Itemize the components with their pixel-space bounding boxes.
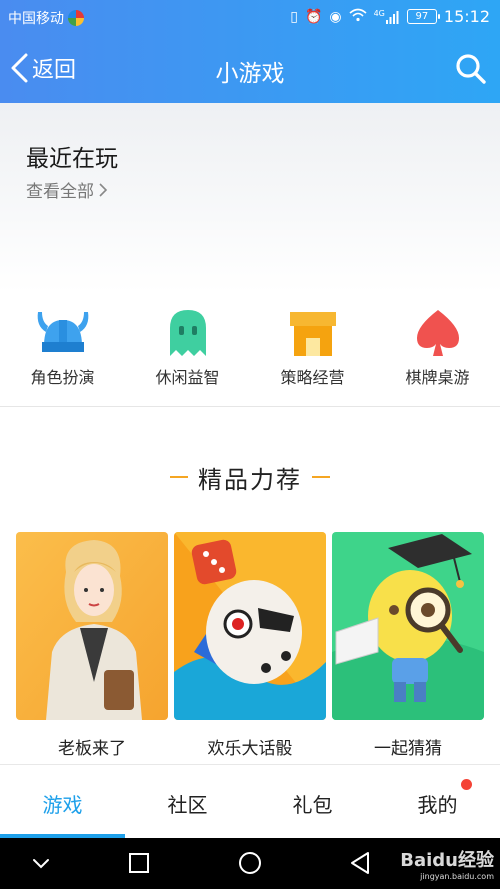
spade-icon: [416, 310, 459, 356]
game-card-boss[interactable]: 老板来了: [16, 532, 168, 764]
tab-label: 社区: [167, 793, 208, 817]
battery-icon: 97: [406, 9, 440, 24]
tab-me[interactable]: 我的: [375, 765, 500, 839]
game-name: 老板来了: [58, 739, 126, 759]
featured-cards: 老板来了 欢乐大话骰 一起猜猜: [16, 532, 484, 764]
home-icon[interactable]: [235, 848, 265, 878]
signal-icon: 4G: [373, 8, 400, 24]
network-tag: 4G: [373, 8, 385, 18]
shop-icon: [289, 312, 336, 356]
dice-character-illustration: [174, 532, 326, 720]
tab-label: 游戏: [42, 793, 83, 817]
game-thumbnail: [16, 532, 168, 720]
watermark-sub: jingyan.baidu.com: [420, 872, 494, 881]
notification-badge: [461, 779, 472, 790]
carrier-label: 中国移动: [8, 11, 64, 27]
game-name: 一起猜猜: [374, 739, 442, 759]
game-card-dice[interactable]: 欢乐大话骰: [174, 532, 326, 764]
viking-helmet-icon: [37, 312, 88, 352]
chevron-right-icon: [99, 182, 108, 197]
alarm-icon: ⏰: [304, 8, 323, 25]
status-bar: 中国移动 ▯ ⏰ ◉ 4G 97 15:12: [0, 0, 500, 34]
recent-title: 最近在玩: [26, 146, 118, 172]
bottom-tab-bar: 游戏 社区 礼包 我的: [0, 764, 500, 839]
status-icons: ▯ ⏰ ◉ 4G 97 15:12: [290, 7, 490, 26]
tab-games[interactable]: 游戏: [0, 765, 125, 839]
featured-heading: 精品力荐: [0, 460, 500, 494]
vibrate-icon: ▯: [290, 8, 298, 25]
heading-dash-right: [312, 476, 330, 478]
scholar-character-illustration: [332, 532, 484, 720]
page-title: 小游戏: [215, 61, 285, 87]
view-all-label: 查看全部: [26, 182, 94, 202]
back-triangle-icon[interactable]: [346, 848, 376, 878]
category-label: 策略经营: [280, 368, 345, 387]
category-label: 角色扮演: [30, 368, 95, 387]
clock: 15:12: [443, 7, 490, 26]
wifi-icon: [349, 8, 367, 26]
tab-community[interactable]: 社区: [125, 765, 250, 839]
system-nav-bar: Baidu经验 jingyan.baidu.com: [0, 838, 500, 889]
category-row: 角色扮演 休闲益智 策略经营 棋牌桌游: [0, 300, 500, 406]
chevron-down-icon[interactable]: [26, 848, 56, 878]
category-label: 棋牌桌游: [405, 368, 470, 387]
game-thumbnail: [174, 532, 326, 720]
category-board-cards[interactable]: 棋牌桌游: [375, 300, 500, 406]
featured-title: 精品力荐: [198, 465, 302, 494]
section-divider: [0, 406, 500, 407]
game-thumbnail: [332, 532, 484, 720]
carrier-logo-icon: [68, 10, 84, 26]
baidu-watermark: Baidu经验 jingyan.baidu.com: [400, 846, 494, 881]
eye-icon: ◉: [329, 8, 342, 25]
tab-gifts[interactable]: 礼包: [250, 765, 375, 839]
view-all-link[interactable]: 查看全部: [26, 177, 108, 202]
carrier: 中国移动: [8, 8, 84, 28]
category-label: 休闲益智: [155, 368, 220, 387]
category-role-playing[interactable]: 角色扮演: [0, 300, 125, 406]
recent-apps-icon[interactable]: [124, 848, 154, 878]
battery-level: 97: [415, 11, 429, 22]
watermark-text: Baidu经验: [400, 850, 494, 871]
recent-section: 最近在玩 查看全部: [0, 103, 500, 293]
search-icon[interactable]: [454, 52, 488, 86]
businesswoman-illustration: [16, 532, 168, 720]
tab-label: 礼包: [292, 793, 333, 817]
app-header: 返回 小游戏: [0, 34, 500, 103]
ghost-icon: [169, 310, 206, 356]
category-strategy[interactable]: 策略经营: [250, 300, 375, 406]
game-name: 欢乐大话骰: [207, 739, 293, 759]
heading-dash-left: [170, 476, 188, 478]
tab-label: 我的: [417, 793, 458, 817]
category-casual-puzzle[interactable]: 休闲益智: [125, 300, 250, 406]
game-card-guess[interactable]: 一起猜猜: [332, 532, 484, 764]
